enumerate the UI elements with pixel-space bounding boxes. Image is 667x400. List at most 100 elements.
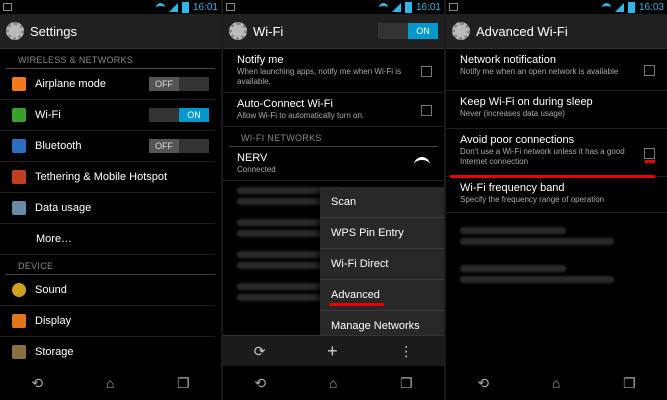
item-label: Data usage (35, 202, 92, 214)
data-usage-item[interactable]: Data usage (0, 193, 215, 224)
airplane-icon (12, 77, 26, 91)
tethering-item[interactable]: Tethering & Mobile Hotspot (0, 162, 215, 193)
page-title: Wi-Fi (253, 23, 284, 39)
settings-gear-icon[interactable] (6, 22, 24, 40)
advanced-wifi-screen: 16:03 Advanced Wi-Fi Network notificatio… (446, 0, 667, 400)
pref-title: Wi-Fi frequency band (460, 182, 565, 194)
airplane-toggle[interactable]: OFF (149, 77, 209, 91)
home-icon[interactable]: ⌂ (106, 375, 114, 391)
bluetooth-item[interactable]: Bluetooth OFF (0, 131, 215, 162)
notify-me-pref[interactable]: Notify me When launching apps, notify me… (223, 49, 444, 93)
menu-item-scan[interactable]: Scan (320, 187, 444, 218)
toggle-label: OFF (149, 139, 179, 153)
wifi-toggle[interactable]: ON (149, 108, 209, 122)
blurred-ip-address (460, 265, 653, 291)
action-bar: Wi-Fi ON (223, 14, 444, 49)
recent-apps-icon[interactable]: ❐ (177, 375, 190, 392)
wifi-item[interactable]: Wi-Fi ON (0, 100, 215, 131)
item-label: More… (36, 233, 73, 245)
auto-connect-pref[interactable]: Auto-Connect Wi-Fi Allow Wi-Fi to automa… (223, 93, 444, 127)
hotspot-icon (12, 170, 26, 184)
wifi-signal-icon (414, 157, 430, 169)
action-bar: Advanced Wi-Fi (446, 14, 667, 49)
sound-item[interactable]: Sound (0, 275, 215, 306)
blurred-mac-address (460, 227, 653, 253)
bluetooth-toggle[interactable]: OFF (149, 139, 209, 153)
display-icon (12, 314, 26, 328)
pref-title: Avoid poor connections (460, 134, 575, 146)
pref-title: Notify me (237, 54, 284, 66)
toggle-label: ON (179, 108, 209, 122)
storage-icon (12, 345, 26, 359)
add-network-icon[interactable]: + (327, 341, 338, 362)
wifi-status-icon (601, 3, 611, 11)
wifi-status-icon (378, 3, 388, 11)
item-label: Sound (35, 284, 67, 296)
network-status: Connected (237, 165, 276, 174)
menu-item-advanced[interactable]: Advanced (320, 280, 444, 311)
item-label: Bluetooth (35, 140, 82, 152)
data-usage-icon (12, 201, 26, 215)
display-item[interactable]: Display (0, 306, 215, 337)
item-label: Airplane mode (35, 78, 106, 90)
clock: 16:01 (192, 1, 218, 13)
image-notification-icon (3, 3, 12, 11)
home-icon[interactable]: ⌂ (552, 375, 560, 391)
settings-gear-icon[interactable] (452, 22, 470, 40)
home-icon[interactable]: ⌂ (329, 375, 337, 391)
wps-icon[interactable]: ⟳ (254, 343, 266, 360)
storage-item[interactable]: Storage (0, 337, 215, 368)
settings-gear-icon[interactable] (229, 22, 247, 40)
network-notification-checkbox[interactable] (644, 64, 655, 76)
recent-apps-icon[interactable]: ❐ (623, 375, 636, 392)
status-bar: 16:01 (223, 0, 444, 14)
wifi-status-icon (155, 3, 165, 11)
bottom-action-bar: ⟳ + ⋮ (223, 335, 444, 366)
navigation-bar: ⟲ ⌂ ❐ (446, 366, 667, 400)
back-icon[interactable]: ⟲ (254, 375, 266, 392)
red-highlight-underline (329, 303, 384, 306)
menu-item-wps-pin[interactable]: WPS Pin Entry (320, 218, 444, 249)
back-icon[interactable]: ⟲ (31, 375, 43, 392)
wifi-master-toggle[interactable]: ON (378, 23, 438, 39)
image-notification-icon (449, 3, 458, 11)
pref-summary: Notify me when an open network is availa… (460, 67, 619, 76)
item-label: Tethering & Mobile Hotspot (35, 171, 168, 183)
keep-wifi-on-pref[interactable]: Keep Wi-Fi on during sleep Never (increa… (446, 91, 667, 129)
airplane-mode-item[interactable]: Airplane mode OFF (0, 69, 215, 100)
battery-icon (181, 1, 189, 13)
pref-title: Network notification (460, 54, 556, 66)
menu-item-wifi-direct[interactable]: Wi-Fi Direct (320, 249, 444, 280)
action-bar: Settings (0, 14, 221, 49)
avoid-poor-connections-pref[interactable]: Avoid poor connections Don't use a Wi-Fi… (446, 129, 667, 178)
battery-icon (627, 1, 635, 13)
section-header-device: DEVICE (6, 255, 215, 275)
recent-apps-icon[interactable]: ❐ (400, 375, 413, 392)
more-item[interactable]: More… (0, 224, 215, 255)
avoid-poor-connections-checkbox[interactable] (644, 147, 655, 159)
red-highlight-mark (645, 160, 655, 163)
overflow-menu: Scan WPS Pin Entry Wi-Fi Direct Advanced… (320, 187, 444, 341)
settings-screen: 16:01 Settings WIRELESS & NETWORKS Airpl… (0, 0, 221, 400)
pref-summary: Allow Wi-Fi to automatically turn on. (237, 111, 365, 120)
frequency-band-pref[interactable]: Wi-Fi frequency band Specify the frequen… (446, 177, 667, 213)
status-bar: 16:03 (446, 0, 667, 14)
auto-connect-checkbox[interactable] (421, 104, 432, 116)
network-notification-pref[interactable]: Network notification Notify me when an o… (446, 49, 667, 91)
image-notification-icon (226, 3, 235, 11)
notify-checkbox[interactable] (421, 65, 432, 77)
signal-icon (614, 2, 624, 12)
back-icon[interactable]: ⟲ (477, 375, 489, 392)
overflow-menu-icon[interactable]: ⋮ (399, 343, 413, 360)
pref-summary: Don't use a Wi-Fi network unless it has … (460, 147, 625, 166)
pref-title: Auto-Connect Wi-Fi (237, 98, 333, 110)
section-header-networks: WI-FI NETWORKS (229, 127, 438, 147)
navigation-bar: ⟲ ⌂ ❐ (223, 366, 444, 400)
pref-title: Keep Wi-Fi on during sleep (460, 96, 593, 108)
pref-summary: Specify the frequency range of operation (460, 195, 605, 204)
network-item[interactable]: NERV Connected (223, 147, 444, 181)
clock: 16:03 (638, 1, 664, 13)
item-label: Display (35, 315, 72, 327)
page-title: Settings (30, 23, 77, 39)
section-header-wireless: WIRELESS & NETWORKS (6, 49, 215, 69)
